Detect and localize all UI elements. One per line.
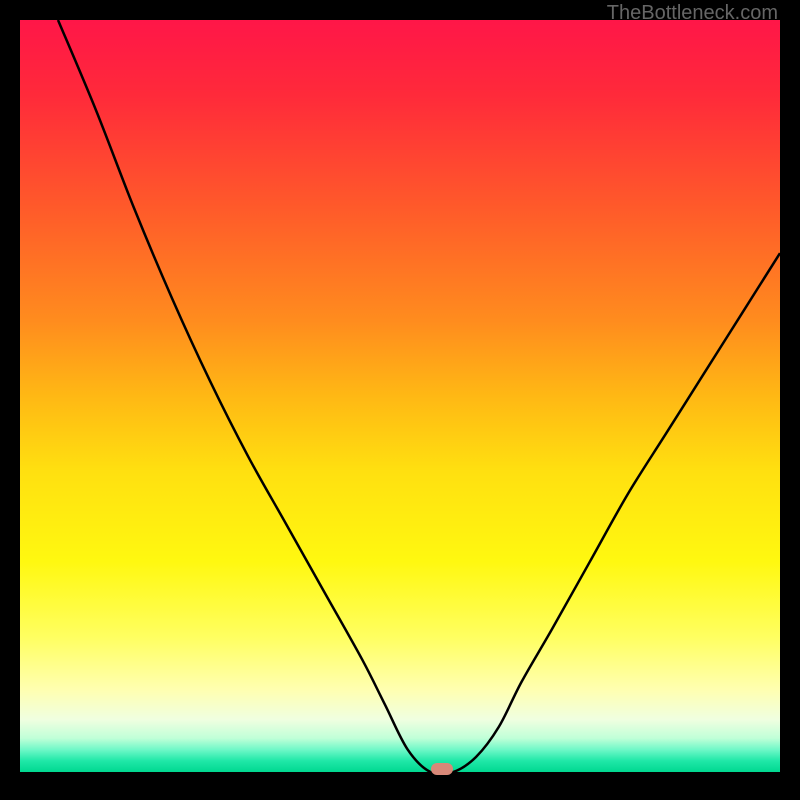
curve-svg bbox=[20, 20, 780, 772]
plot-area bbox=[20, 20, 780, 772]
chart-container: TheBottleneck.com bbox=[0, 0, 800, 800]
watermark-text: TheBottleneck.com bbox=[607, 2, 778, 25]
bottleneck-curve bbox=[58, 20, 780, 772]
optimum-marker bbox=[431, 763, 453, 775]
